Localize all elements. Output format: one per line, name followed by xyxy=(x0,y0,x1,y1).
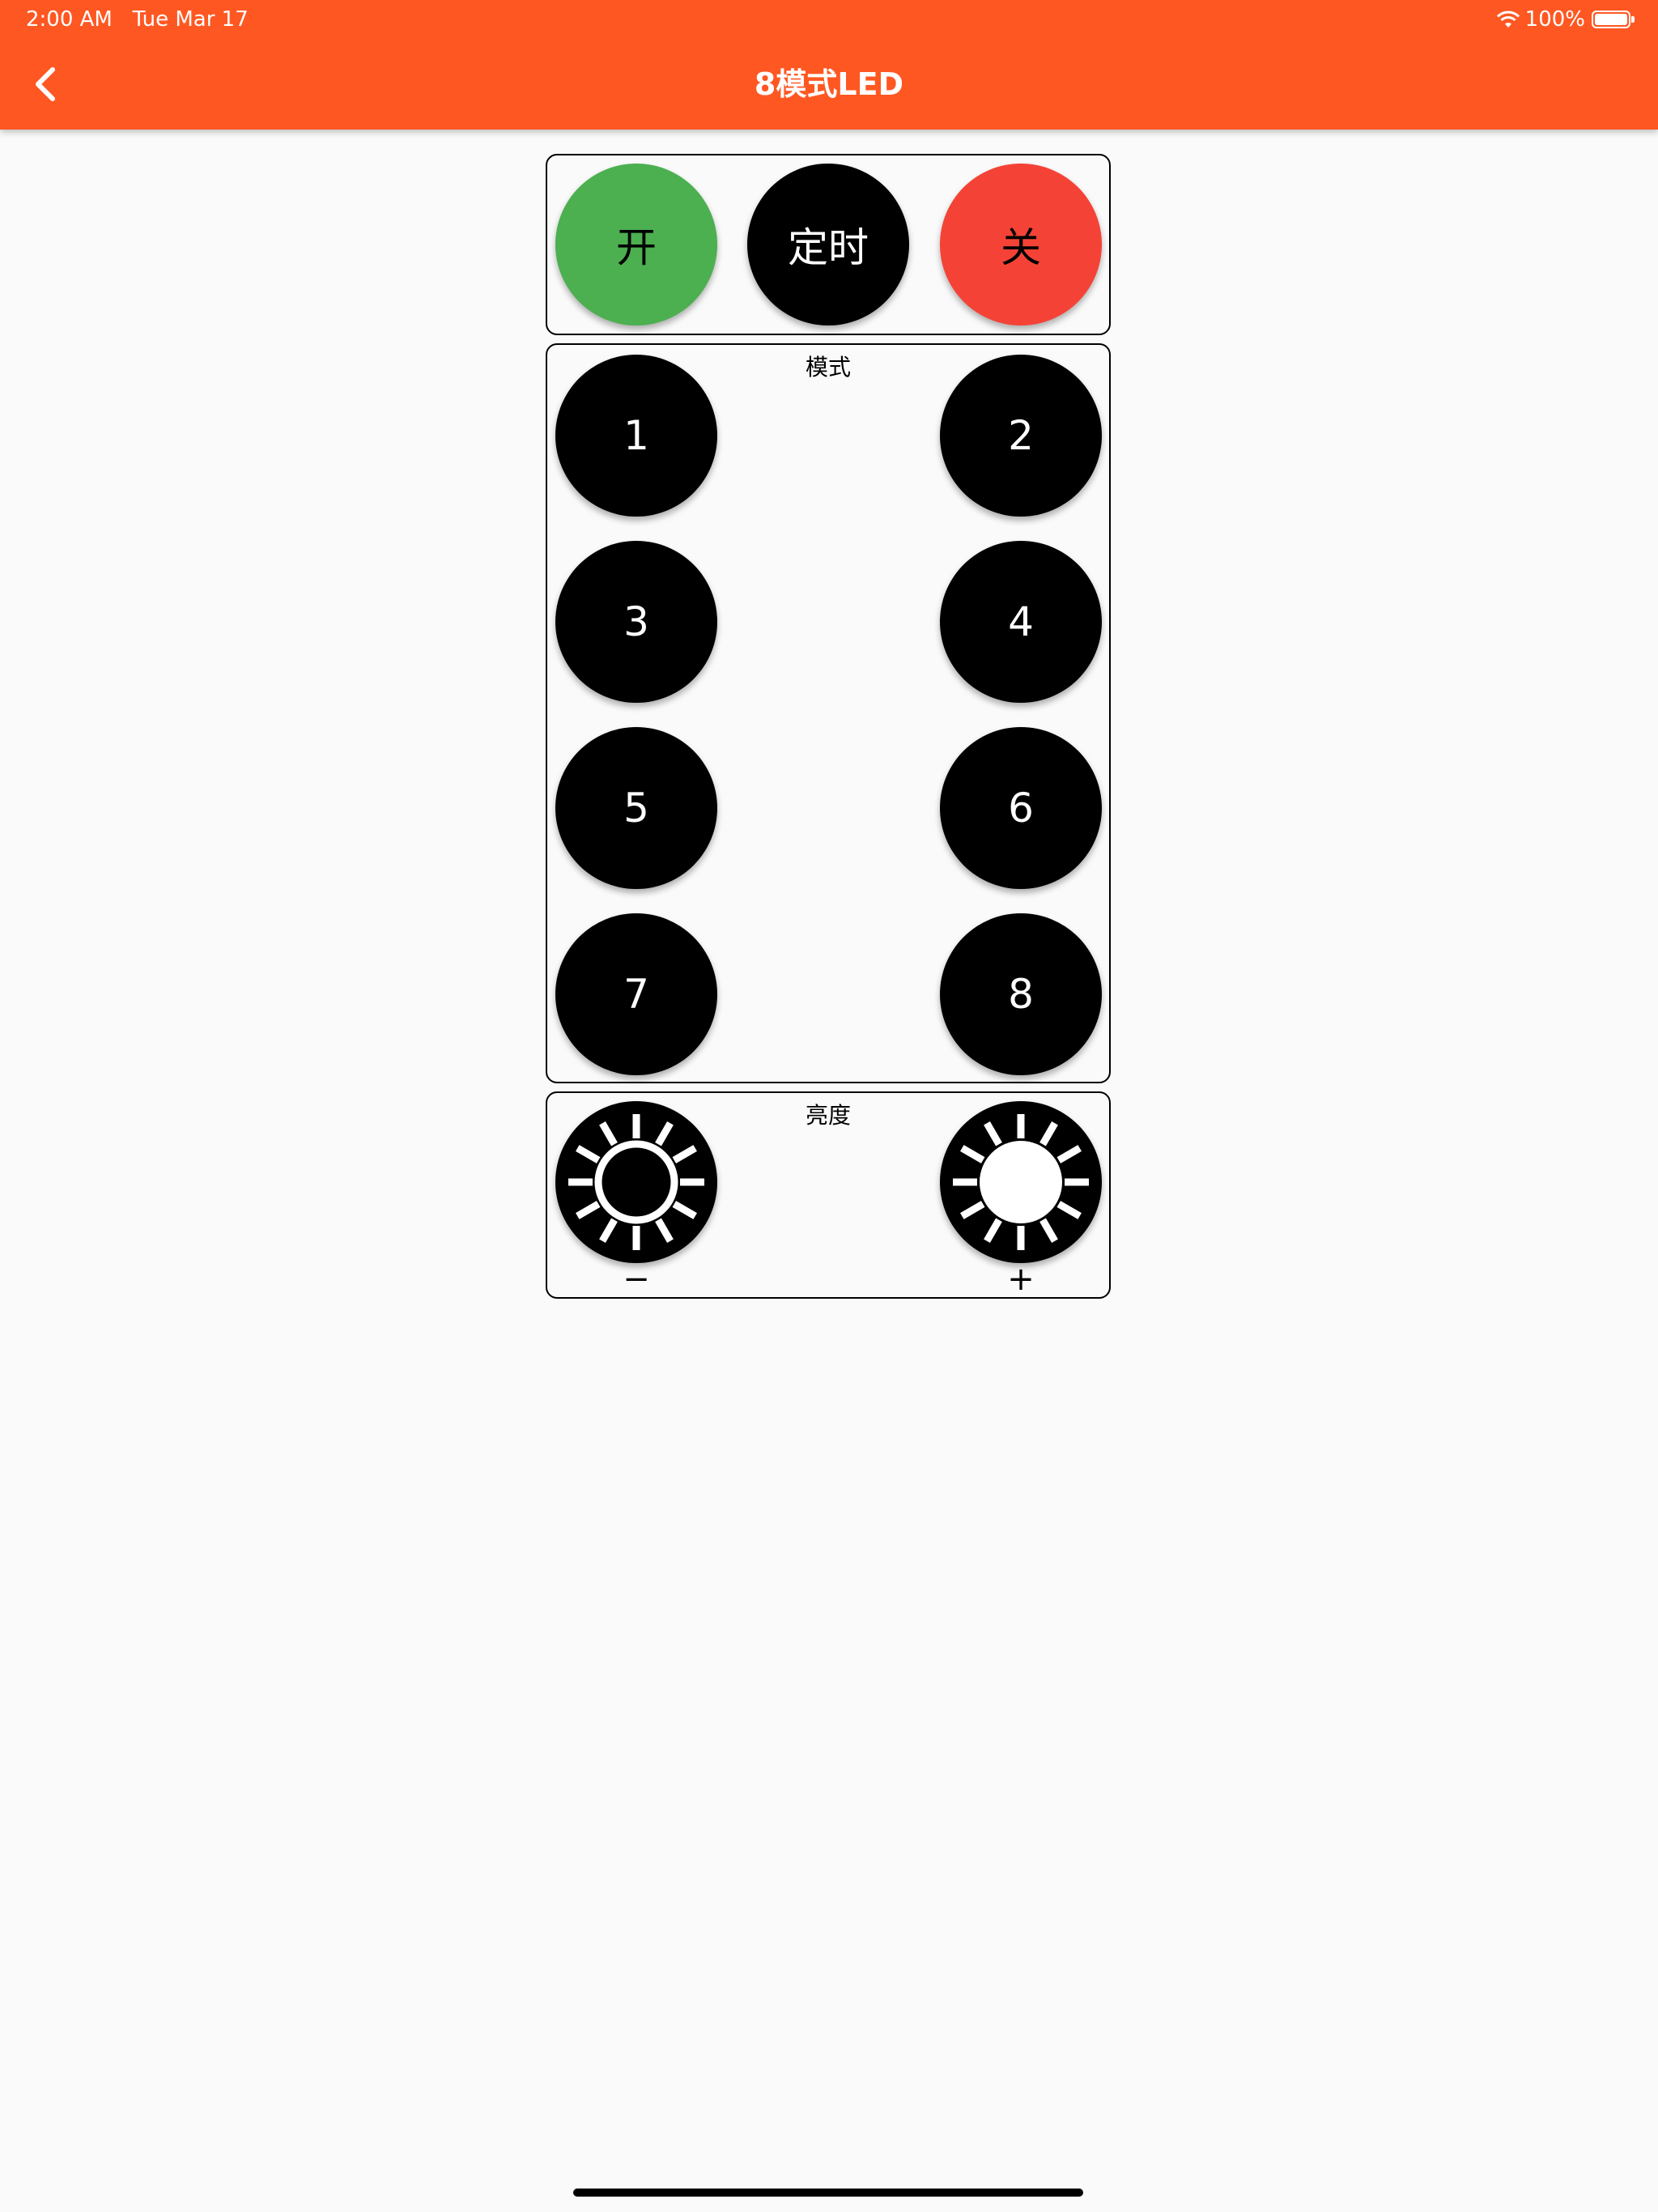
battery-icon xyxy=(1592,11,1635,28)
mode-button-label: 8 xyxy=(1008,971,1034,1018)
mode-button-5[interactable]: 5 xyxy=(555,727,717,889)
power-panel: 开 定时 关 xyxy=(546,154,1111,335)
mode-button-8[interactable]: 8 xyxy=(940,913,1102,1075)
wifi-icon xyxy=(1496,11,1520,28)
mode-button-label: 4 xyxy=(1008,598,1034,645)
mode-panel: 模式 1 2 3 4 5 6 7 8 xyxy=(546,343,1111,1083)
status-bar-time: 2:00 AM Tue Mar 17 xyxy=(26,6,249,32)
brightness-increase-button[interactable] xyxy=(940,1101,1102,1263)
mode-button-label: 6 xyxy=(1008,785,1034,832)
brightness-panel: 亮度 − + xyxy=(546,1091,1111,1299)
timer-label: 定时 xyxy=(788,224,869,271)
status-date: Tue Mar 17 xyxy=(132,7,249,32)
decrease-symbol: − xyxy=(623,1261,650,1298)
battery-percent: 100% xyxy=(1524,7,1585,32)
mode-button-label: 1 xyxy=(623,412,649,459)
timer-button[interactable]: 定时 xyxy=(747,164,909,325)
power-off-button[interactable]: 关 xyxy=(940,164,1102,325)
brightness-decrease-button[interactable] xyxy=(555,1101,717,1263)
mode-button-label: 7 xyxy=(623,971,649,1018)
page-title: 8模式LED xyxy=(754,66,904,102)
home-indicator[interactable] xyxy=(573,2189,1083,2197)
mode-button-3[interactable]: 3 xyxy=(555,541,717,703)
mode-button-label: 5 xyxy=(623,785,649,832)
app-header: 2:00 AM Tue Mar 17 100% 8模式LED xyxy=(0,0,1658,130)
power-on-button[interactable]: 开 xyxy=(555,164,717,325)
mode-button-6[interactable]: 6 xyxy=(940,727,1102,889)
mode-button-1[interactable]: 1 xyxy=(555,355,717,517)
status-time: 2:00 AM xyxy=(26,7,113,32)
power-on-label: 开 xyxy=(616,224,657,271)
mode-button-label: 3 xyxy=(623,598,649,645)
brightness-low-icon xyxy=(568,1114,704,1250)
mode-button-4[interactable]: 4 xyxy=(940,541,1102,703)
mode-button-7[interactable]: 7 xyxy=(555,913,717,1075)
mode-button-2[interactable]: 2 xyxy=(940,355,1102,517)
power-off-label: 关 xyxy=(1001,224,1041,271)
mode-button-label: 2 xyxy=(1008,412,1034,459)
status-bar-indicators: 100% xyxy=(1496,6,1635,32)
increase-symbol: + xyxy=(1007,1261,1035,1298)
brightness-high-icon xyxy=(953,1114,1089,1250)
